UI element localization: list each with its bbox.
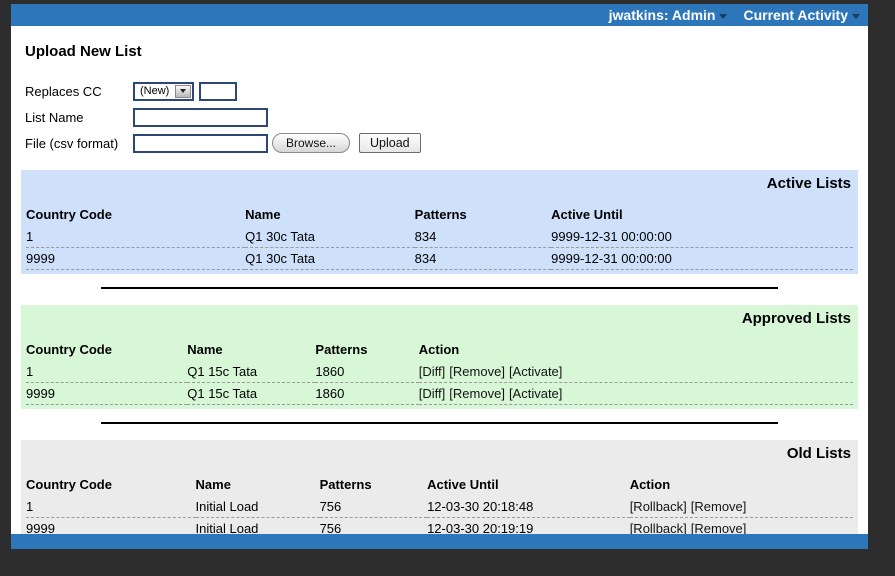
col-active-until: Active Until: [551, 205, 853, 226]
col-country-code: Country Code: [26, 340, 187, 361]
replaces-cc-select[interactable]: (New): [133, 82, 194, 101]
cell-name: Initial Load: [196, 496, 320, 518]
cell-patterns: 756: [320, 496, 428, 518]
browser-page: jwatkins: Admin Current Activity Upload …: [11, 4, 868, 549]
rollback-link[interactable]: [Rollback]: [630, 499, 687, 514]
select-arrow-icon: [175, 85, 191, 98]
table-header-row: Country Code Name Patterns Active Until: [26, 205, 853, 226]
cell-actions: [Rollback] [Remove]: [630, 496, 853, 518]
upload-button[interactable]: Upload: [359, 133, 421, 153]
cell-country-code: 9999: [26, 248, 245, 270]
col-name: Name: [245, 205, 415, 226]
remove-link[interactable]: [Remove]: [449, 364, 505, 379]
remove-link[interactable]: [Remove]: [691, 499, 747, 514]
current-activity-label: Current Activity: [743, 7, 848, 23]
table-header-row: Country Code Name Patterns Action: [26, 340, 853, 361]
table-row: 9999 Q1 30c Tata 834 9999-12-31 00:00:00: [26, 248, 853, 270]
table-row: 9999 Q1 15c Tata 1860 [Diff][Remove] [Act…: [26, 383, 853, 405]
col-name: Name: [196, 475, 320, 496]
replaces-cc-label: Replaces CC: [25, 84, 133, 99]
old-lists-section: Old Lists Country Code Name Patterns Act…: [21, 440, 858, 544]
col-action: Action: [419, 340, 853, 361]
file-label: File (csv format): [25, 136, 133, 151]
table-row: 1 Q1 15c Tata 1860 [Diff][Remove] [Activa…: [26, 361, 853, 383]
table-row: 1 Initial Load 756 12-03-30 20:18:48 [Ro…: [26, 496, 853, 518]
cell-active-until: 9999-12-31 00:00:00: [551, 226, 853, 248]
active-lists-table: Country Code Name Patterns Active Until …: [26, 205, 853, 270]
file-path-input[interactable]: [133, 134, 268, 153]
col-country-code: Country Code: [26, 475, 196, 496]
approved-lists-table: Country Code Name Patterns Action 1 Q1 1…: [26, 340, 853, 405]
approved-lists-title: Approved Lists: [26, 309, 853, 327]
file-row: File (csv format) Browse... Upload: [25, 132, 868, 154]
col-name: Name: [187, 340, 315, 361]
cell-name: Q1 15c Tata: [187, 361, 315, 383]
section-divider: [101, 287, 778, 289]
section-divider: [101, 422, 778, 424]
col-patterns: Patterns: [415, 205, 551, 226]
table-header-row: Country Code Name Patterns Active Until …: [26, 475, 853, 496]
col-active-until: Active Until: [427, 475, 630, 496]
bottom-bar: [11, 534, 868, 549]
list-name-input[interactable]: [133, 108, 268, 127]
col-action: Action: [630, 475, 853, 496]
cell-patterns: 1860: [315, 383, 418, 405]
active-lists-section: Active Lists Country Code Name Patterns …: [21, 170, 858, 274]
activate-link[interactable]: [Activate]: [509, 364, 562, 379]
activate-link[interactable]: [Activate]: [509, 386, 562, 401]
cell-actions: [Diff][Remove] [Activate]: [419, 383, 853, 405]
replaces-cc-row: Replaces CC (New): [25, 80, 868, 102]
browse-button[interactable]: Browse...: [272, 133, 350, 153]
cell-name: Q1 30c Tata: [245, 226, 415, 248]
chevron-down-icon: [852, 14, 860, 19]
cell-country-code: 1: [26, 361, 187, 383]
diff-link[interactable]: [Diff]: [419, 364, 446, 379]
chevron-down-icon: [719, 14, 727, 19]
col-country-code: Country Code: [26, 205, 245, 226]
diff-link[interactable]: [Diff]: [419, 386, 446, 401]
cell-active-until: 9999-12-31 00:00:00: [551, 248, 853, 270]
list-name-label: List Name: [25, 110, 133, 125]
old-lists-title: Old Lists: [26, 444, 853, 462]
replaces-cc-selected-value: (New): [135, 85, 174, 97]
approved-lists-section: Approved Lists Country Code Name Pattern…: [21, 305, 858, 409]
cell-patterns: 1860: [315, 361, 418, 383]
cell-country-code: 1: [26, 226, 245, 248]
table-row: 1 Q1 30c Tata 834 9999-12-31 00:00:00: [26, 226, 853, 248]
old-lists-table: Country Code Name Patterns Active Until …: [26, 475, 853, 540]
cell-actions: [Diff][Remove] [Activate]: [419, 361, 853, 383]
replaces-cc-input[interactable]: [199, 82, 237, 101]
cell-patterns: 834: [415, 226, 551, 248]
upload-form: Replaces CC (New) List Name File (csv fo…: [25, 80, 868, 154]
page-title: Upload New List: [25, 43, 868, 60]
cell-active-until: 12-03-30 20:18:48: [427, 496, 630, 518]
remove-link[interactable]: [Remove]: [449, 386, 505, 401]
user-admin-label: jwatkins: Admin: [609, 7, 716, 23]
list-name-row: List Name: [25, 106, 868, 128]
col-patterns: Patterns: [315, 340, 418, 361]
col-patterns: Patterns: [320, 475, 428, 496]
top-navbar: jwatkins: Admin Current Activity: [11, 4, 868, 26]
cell-name: Q1 15c Tata: [187, 383, 315, 405]
cell-patterns: 834: [415, 248, 551, 270]
current-activity-menu[interactable]: Current Activity: [743, 7, 860, 23]
active-lists-title: Active Lists: [26, 174, 853, 192]
cell-country-code: 1: [26, 496, 196, 518]
cell-name: Q1 30c Tata: [245, 248, 415, 270]
cell-country-code: 9999: [26, 383, 187, 405]
user-admin-menu[interactable]: jwatkins: Admin: [609, 7, 728, 23]
